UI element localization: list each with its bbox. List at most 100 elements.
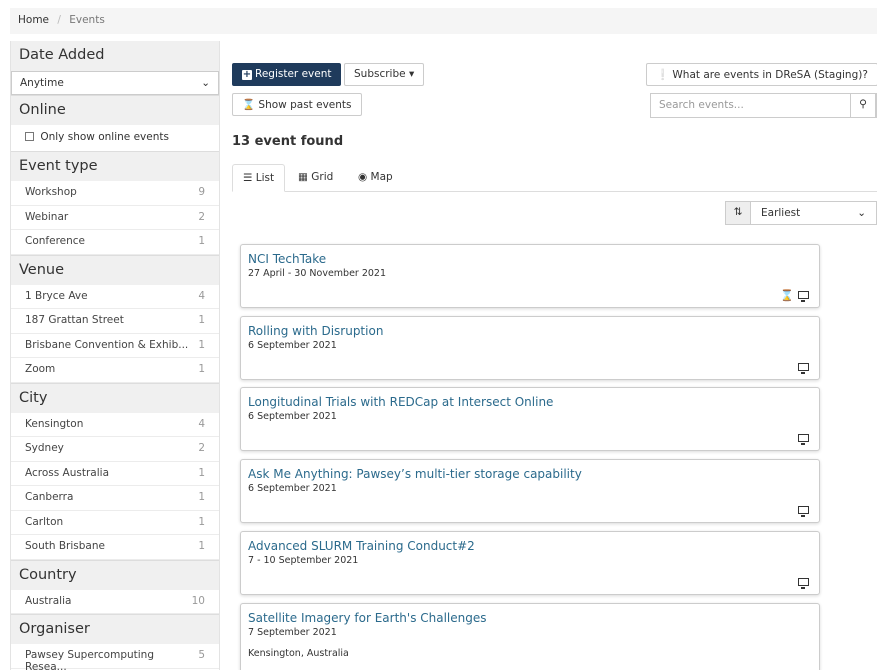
facet-heading-country: Country bbox=[11, 559, 219, 590]
event-location: Kensington, Australia bbox=[248, 648, 349, 659]
event-card[interactable]: Rolling with Disruption 6 September 2021 bbox=[240, 316, 820, 380]
event-card[interactable]: Ask Me Anything: Pawsey’s multi-tier sto… bbox=[240, 459, 820, 523]
facet-item-count: 1 bbox=[198, 540, 205, 552]
event-date: 6 September 2021 bbox=[248, 411, 337, 422]
online-only-checkbox-row[interactable]: Only show online events bbox=[11, 125, 219, 151]
facet-item-city[interactable]: Across Australia 1 bbox=[11, 461, 219, 486]
facet-item-count: 10 bbox=[191, 594, 205, 607]
facet-heading-date-added: Date Added bbox=[11, 41, 219, 71]
facet-item-count: 1 bbox=[198, 314, 205, 326]
facet-item-count: 1 bbox=[198, 466, 205, 479]
facet-item-count: 4 bbox=[198, 417, 205, 430]
event-card[interactable]: Satellite Imagery for Earth's Challenges… bbox=[240, 603, 820, 670]
facet-item-city[interactable]: Sydney 2 bbox=[11, 437, 219, 462]
tab-list[interactable]: ☰ List bbox=[232, 164, 286, 192]
facet-item-label: Pawsey Supercomputing Resea... bbox=[25, 649, 154, 670]
list-icon: ☰ bbox=[243, 172, 253, 184]
online-only-checkbox[interactable] bbox=[25, 132, 34, 141]
monitor-icon bbox=[798, 578, 809, 589]
facet-item-label: Carlton bbox=[25, 515, 64, 528]
facet-item-organiser[interactable]: Pawsey Supercomputing Resea... 5 bbox=[11, 644, 219, 670]
main-content: + Register event Subscribe ▾ ❕ What are e… bbox=[232, 41, 877, 670]
facet-item-country[interactable]: Australia 10 bbox=[11, 589, 219, 614]
register-event-button[interactable]: + Register event bbox=[232, 63, 342, 86]
hourglass-icon: ⌛ bbox=[242, 99, 256, 111]
facet-item-label: Australia bbox=[25, 594, 72, 607]
event-card[interactable]: Advanced SLURM Training Conduct#2 7 - 10… bbox=[240, 531, 820, 595]
breadcrumb-home-link[interactable]: Home bbox=[18, 14, 49, 26]
facet-item-city[interactable]: Kensington 4 bbox=[11, 412, 219, 437]
facet-item-count: 2 bbox=[198, 210, 205, 223]
chevron-down-icon: ⌄ bbox=[857, 207, 866, 219]
hourglass-icon: ⌛ bbox=[780, 289, 794, 302]
facet-item-city[interactable]: Canberra 1 bbox=[11, 486, 219, 511]
facet-item-count: 9 bbox=[198, 186, 205, 198]
facet-item-label: Workshop bbox=[25, 186, 77, 198]
facet-item-count: 1 bbox=[198, 515, 205, 528]
facet-item-workshop[interactable]: Workshop 9 bbox=[11, 181, 219, 206]
facet-item-label: 1 Bryce Ave bbox=[25, 289, 88, 302]
show-past-events-label: Show past events bbox=[258, 99, 352, 111]
breadcrumb-current: Events bbox=[69, 14, 105, 26]
facet-item-label: Sydney bbox=[25, 442, 64, 454]
chevron-down-icon: ⌄ bbox=[201, 77, 210, 89]
event-card[interactable]: NCI TechTake 27 April - 30 November 2021… bbox=[240, 244, 820, 308]
facet-item-count: 5 bbox=[198, 649, 205, 661]
grid-icon: ▦ bbox=[298, 171, 308, 183]
event-title-link[interactable]: Satellite Imagery for Earth's Challenges bbox=[248, 611, 812, 625]
facet-item-label: Conference bbox=[25, 235, 86, 247]
subscribe-dropdown-button[interactable]: Subscribe ▾ bbox=[344, 63, 425, 86]
facet-item-venue[interactable]: 187 Grattan Street 1 bbox=[11, 309, 219, 334]
event-title-link[interactable]: Ask Me Anything: Pawsey’s multi-tier sto… bbox=[248, 467, 812, 481]
date-added-select-value: Anytime bbox=[20, 77, 64, 89]
search-button[interactable]: ⚲ bbox=[850, 93, 876, 118]
register-event-label: Register event bbox=[255, 68, 332, 80]
facet-item-city[interactable]: Carlton 1 bbox=[11, 510, 219, 535]
facet-item-label: 187 Grattan Street bbox=[25, 314, 124, 326]
globe-icon: ◉ bbox=[358, 171, 368, 183]
info-icon: ❕ bbox=[656, 69, 670, 81]
facet-item-label: Canberra bbox=[25, 491, 74, 503]
search-icon: ⚲ bbox=[859, 98, 867, 110]
facet-heading-city: City bbox=[11, 382, 219, 413]
sort-select[interactable]: ⇅ Earliest ⌄ bbox=[725, 201, 877, 225]
show-past-events-button[interactable]: ⌛ Show past events bbox=[232, 93, 362, 116]
facet-item-conference[interactable]: Conference 1 bbox=[11, 230, 219, 255]
event-card[interactable]: Longitudinal Trials with REDCap at Inter… bbox=[240, 387, 820, 451]
sort-order-icon: ⇅ bbox=[726, 202, 751, 224]
facet-item-count: 4 bbox=[198, 289, 205, 302]
search-input[interactable]: Search events... ⚲ bbox=[650, 93, 877, 118]
facet-item-label: Zoom bbox=[25, 363, 56, 375]
event-title-link[interactable]: NCI TechTake bbox=[248, 252, 812, 266]
filter-sidebar: Date Added Anytime ⌄ Online Only show on… bbox=[10, 41, 220, 670]
facet-item-count: 2 bbox=[198, 442, 205, 454]
monitor-icon bbox=[798, 363, 809, 374]
facet-item-count: 1 bbox=[198, 235, 205, 247]
view-tabs: ☰ List ▦ Grid ◉ Map bbox=[232, 164, 877, 192]
caret-down-icon: ▾ bbox=[408, 68, 415, 80]
facet-item-venue[interactable]: Brisbane Convention & Exhib... 1 bbox=[11, 333, 219, 358]
what-are-events-button[interactable]: ❕ What are events in DReSA (Staging)? bbox=[646, 63, 877, 86]
results-count: 13 event found bbox=[232, 134, 344, 149]
facet-item-venue[interactable]: Zoom 1 bbox=[11, 358, 219, 383]
facet-item-count: 1 bbox=[198, 491, 205, 503]
plus-icon: + bbox=[242, 69, 252, 80]
event-title-link[interactable]: Advanced SLURM Training Conduct#2 bbox=[248, 539, 812, 553]
tab-grid[interactable]: ▦ Grid bbox=[288, 164, 343, 192]
event-title-link[interactable]: Longitudinal Trials with REDCap at Inter… bbox=[248, 395, 812, 409]
facet-item-label: South Brisbane bbox=[25, 540, 105, 552]
monitor-icon bbox=[798, 434, 809, 445]
facet-item-city[interactable]: South Brisbane 1 bbox=[11, 535, 219, 560]
subscribe-label: Subscribe bbox=[354, 68, 406, 80]
what-are-events-label: What are events in DReSA (Staging)? bbox=[672, 69, 868, 81]
breadcrumb: Home / Events bbox=[10, 8, 877, 34]
tab-label: Map bbox=[370, 171, 393, 183]
date-added-select[interactable]: Anytime ⌄ bbox=[11, 71, 219, 95]
event-date: 6 September 2021 bbox=[248, 340, 337, 351]
facet-item-webinar[interactable]: Webinar 2 bbox=[11, 205, 219, 230]
tab-map[interactable]: ◉ Map bbox=[348, 164, 403, 192]
tab-label: Grid bbox=[311, 171, 334, 183]
facet-item-venue[interactable]: 1 Bryce Ave 4 bbox=[11, 284, 219, 309]
event-title-link[interactable]: Rolling with Disruption bbox=[248, 324, 812, 338]
sort-select-value: Earliest bbox=[761, 207, 801, 219]
